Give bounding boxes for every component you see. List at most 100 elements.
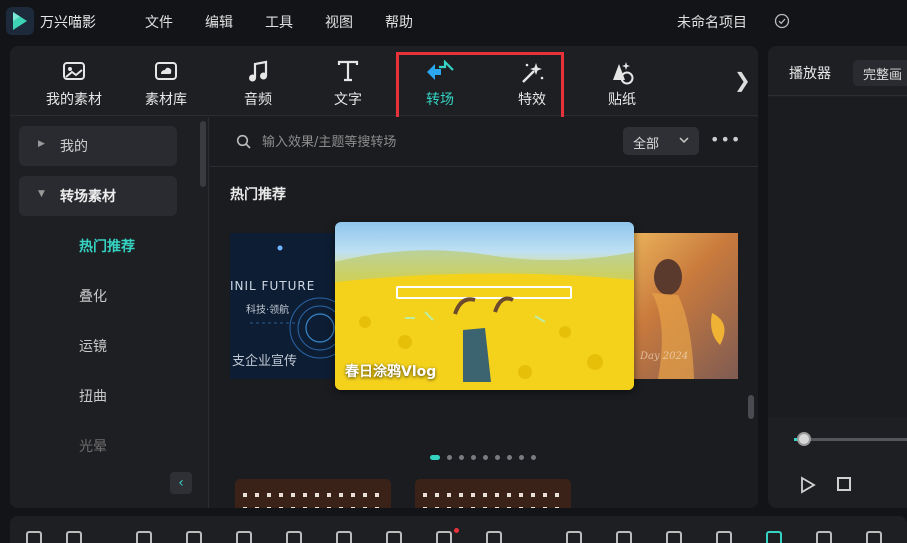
pager-dot[interactable]	[471, 455, 476, 460]
filter-dropdown[interactable]: 全部	[623, 127, 699, 155]
redo-icon[interactable]	[186, 531, 202, 543]
tab-library[interactable]: 素材库	[128, 46, 204, 116]
player-header: 播放器 完整画	[768, 46, 907, 96]
carousel-slide-right[interactable]: Day 2024	[634, 233, 738, 379]
search-row: 全部 •••	[210, 117, 758, 167]
progress-handle[interactable]	[797, 432, 811, 446]
sidebar-item-glow[interactable]: 光晕	[79, 436, 107, 456]
caret-right-icon: ▶	[38, 139, 45, 149]
search-icon	[236, 134, 251, 149]
progress-track[interactable]	[798, 438, 907, 441]
pager-dot[interactable]	[483, 455, 488, 460]
pager-dot[interactable]	[507, 455, 512, 460]
app-title: 万兴喵影	[40, 15, 96, 31]
record-icon[interactable]	[436, 531, 452, 543]
sticker-icon	[613, 62, 634, 85]
caret-down-icon: ▼	[38, 189, 45, 199]
tab-library-label: 素材库	[145, 92, 187, 108]
sidebar-category-label: 转场素材	[60, 189, 116, 205]
menu-file[interactable]: 文件	[145, 12, 173, 32]
screen-icon[interactable]	[816, 531, 832, 543]
quality-button[interactable]: 完整画	[853, 60, 907, 86]
slide-left-tagline: INIL FUTURE	[230, 279, 316, 293]
pointer-icon[interactable]	[66, 531, 82, 543]
marker-icon[interactable]	[616, 531, 632, 543]
content-area: 全部 ••• 热门推荐 INIL FUTURE 科技·领航 支企业宣传	[210, 117, 758, 508]
more-options-button[interactable]: •••	[710, 130, 741, 149]
highlight-box	[396, 52, 564, 120]
pager-dot[interactable]	[531, 455, 536, 460]
image-folder-icon	[63, 62, 85, 80]
pager-dot[interactable]	[430, 455, 440, 460]
timer-icon[interactable]	[566, 531, 582, 543]
text-icon[interactable]	[386, 531, 402, 543]
menu-help[interactable]: 帮助	[385, 12, 413, 32]
menu-view[interactable]: 视图	[325, 12, 353, 32]
menu-edit[interactable]: 编辑	[205, 12, 233, 32]
music-note-icon	[249, 60, 268, 82]
search-input[interactable]	[262, 130, 602, 154]
tabs-next-button[interactable]: ❯	[734, 68, 751, 92]
slide-right-caption: Day 2024	[640, 351, 689, 362]
check-circle-icon	[774, 13, 790, 29]
subtitle-icon[interactable]	[716, 531, 732, 543]
export-icon[interactable]	[866, 531, 882, 543]
sidebar-item-popular[interactable]: 热门推荐	[79, 236, 135, 256]
tab-stickers[interactable]: 贴纸	[584, 46, 660, 116]
pager-dot[interactable]	[495, 455, 500, 460]
pager-dot[interactable]	[447, 455, 452, 460]
transition-thumbnail[interactable]	[415, 479, 571, 508]
app-logo-icon	[6, 7, 34, 35]
sidebar-item-camera-motion[interactable]: 运镜	[79, 336, 107, 356]
player-panel: 播放器 完整画	[768, 46, 907, 508]
sidebar-category-mine[interactable]: ▶ 我的	[19, 126, 177, 166]
sidebar-item-dissolve[interactable]: 叠化	[79, 286, 107, 306]
play-icon[interactable]	[800, 476, 816, 494]
sidebar-category-label: 我的	[60, 139, 88, 155]
ai-icon[interactable]	[766, 531, 782, 543]
tab-audio-label: 音频	[244, 92, 272, 108]
tab-text[interactable]: 文字	[310, 46, 386, 116]
tab-my-media-label: 我的素材	[46, 92, 102, 108]
layout-icon[interactable]	[26, 531, 42, 543]
pager-dot[interactable]	[459, 455, 464, 460]
tab-audio[interactable]: 音频	[220, 46, 296, 116]
slide-left-subtitle: 科技·领航	[246, 305, 290, 316]
slide-left-title: 支企业宣传	[232, 354, 298, 369]
project-name[interactable]: 未命名项目	[677, 12, 747, 32]
menu-tools[interactable]: 工具	[265, 12, 293, 32]
tool-tabs: 我的素材 素材库 音频 文字 转场 特效 贴纸 ❯	[10, 46, 758, 120]
carousel-slide-left[interactable]: INIL FUTURE 科技·领航 支企业宣传	[230, 233, 336, 379]
filter-dropdown-value: 全部	[633, 137, 660, 152]
carousel-slide-main[interactable]: 春日涂鸦Vlog	[335, 222, 634, 390]
title-bar: 万兴喵影 文件 编辑 工具 视图 帮助 未命名项目	[0, 0, 907, 44]
dot-grid-thumbnail-icon	[235, 479, 391, 508]
media-panel: 我的素材 素材库 音频 文字 转场 特效 贴纸 ❯ ▶ 我的 ▼ 转场素材 热门…	[10, 46, 758, 508]
undo-icon[interactable]	[136, 531, 152, 543]
tab-player[interactable]: 播放器	[789, 63, 831, 83]
timeline-toolbar	[10, 516, 907, 543]
tab-text-label: 文字	[334, 92, 362, 108]
delete-icon[interactable]	[236, 531, 252, 543]
sidebar-scrollbar[interactable]	[200, 121, 206, 187]
record-indicator-dot	[454, 528, 459, 533]
cloud-library-icon	[155, 62, 177, 80]
cut-icon[interactable]	[286, 531, 302, 543]
content-scrollbar[interactable]	[748, 395, 754, 419]
dot-grid-thumbnail-icon	[415, 479, 571, 508]
microphone-icon[interactable]	[666, 531, 682, 543]
stop-icon[interactable]	[837, 477, 851, 491]
speed-icon[interactable]	[486, 531, 502, 543]
section-title: 热门推荐	[230, 187, 286, 203]
crop-icon[interactable]	[336, 531, 352, 543]
category-sidebar: ▶ 我的 ▼ 转场素材 热门推荐 叠化 运镜 扭曲 光晕 ‹	[10, 117, 209, 508]
sidebar-item-distort[interactable]: 扭曲	[79, 386, 107, 406]
pager-dot[interactable]	[519, 455, 524, 460]
sidebar-category-transitions[interactable]: ▼ 转场素材	[19, 176, 177, 216]
collapse-sidebar-button[interactable]: ‹	[170, 472, 192, 494]
tab-my-media[interactable]: 我的素材	[36, 46, 112, 116]
tab-stickers-label: 贴纸	[608, 92, 636, 108]
quality-button-label: 完整画	[863, 68, 903, 83]
transition-thumbnail[interactable]	[235, 479, 391, 508]
slide-main-title: 春日涂鸦Vlog	[345, 364, 437, 380]
